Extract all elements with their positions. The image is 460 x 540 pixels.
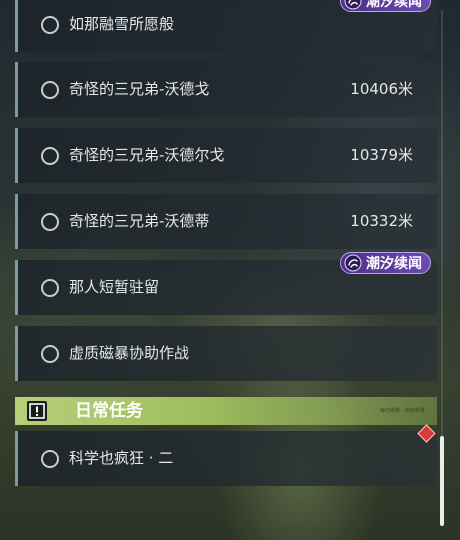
quest-item-6[interactable]: 虚质磁暴协助作战 bbox=[15, 326, 437, 381]
quest-item-3[interactable]: 奇怪的三兄弟-沃德尔戈 10379米 bbox=[15, 128, 437, 183]
quest-item-2[interactable]: 奇怪的三兄弟-沃德戈 10406米 bbox=[15, 62, 437, 117]
daily-quests-title: 日常任务 bbox=[75, 401, 143, 421]
quest-title: 科学也疯狂 · 二 bbox=[69, 449, 174, 467]
quest-title: 奇怪的三兄弟-沃德戈 bbox=[69, 80, 210, 98]
scrollbar-thumb[interactable] bbox=[440, 436, 444, 526]
quest-title: 虚质磁暴协助作战 bbox=[69, 344, 190, 362]
tide-swirl-icon bbox=[344, 254, 362, 272]
quest-distance: 10406米 bbox=[350, 80, 413, 98]
quest-list: 如那融雪所愿般 奇怪的三兄弟-沃德戈 10406米 奇怪的三兄弟-沃德尔戈 10… bbox=[0, 0, 460, 540]
quest-distance: 10379米 bbox=[350, 146, 413, 164]
quest-status-circle-icon bbox=[41, 344, 59, 363]
quest-title: 那人短暂驻留 bbox=[69, 278, 160, 296]
quest-item-4[interactable]: 奇怪的三兄弟-沃德蒂 10332米 bbox=[15, 194, 437, 249]
badge-label: 潮汐续闻 bbox=[366, 0, 422, 10]
daily-quests-small-text: 每日刷新 · 剩余数量 bbox=[380, 408, 425, 414]
exclamation-box-icon bbox=[27, 401, 47, 421]
quest-status-circle-icon bbox=[41, 146, 59, 165]
quest-status-circle-icon bbox=[41, 449, 59, 468]
tide-swirl-icon bbox=[344, 0, 362, 10]
quest-status-circle-icon bbox=[41, 80, 59, 99]
quest-status-circle-icon bbox=[41, 212, 59, 231]
daily-quest-item-1[interactable]: 科学也疯狂 · 二 bbox=[15, 431, 437, 486]
quest-distance: 10332米 bbox=[350, 212, 413, 230]
quest-status-circle-icon bbox=[41, 15, 59, 34]
tide-event-badge: 潮汐续闻 bbox=[340, 252, 431, 274]
quest-title: 如那融雪所愿般 bbox=[69, 15, 175, 33]
tide-event-badge-top: 潮汐续闻 bbox=[340, 0, 431, 12]
quest-title: 奇怪的三兄弟-沃德蒂 bbox=[69, 212, 210, 230]
daily-quests-header: 日常任务 每日刷新 · 剩余数量 bbox=[15, 397, 437, 425]
quest-status-circle-icon bbox=[41, 278, 59, 297]
quest-title: 奇怪的三兄弟-沃德尔戈 bbox=[69, 146, 225, 164]
badge-label: 潮汐续闻 bbox=[366, 256, 422, 272]
